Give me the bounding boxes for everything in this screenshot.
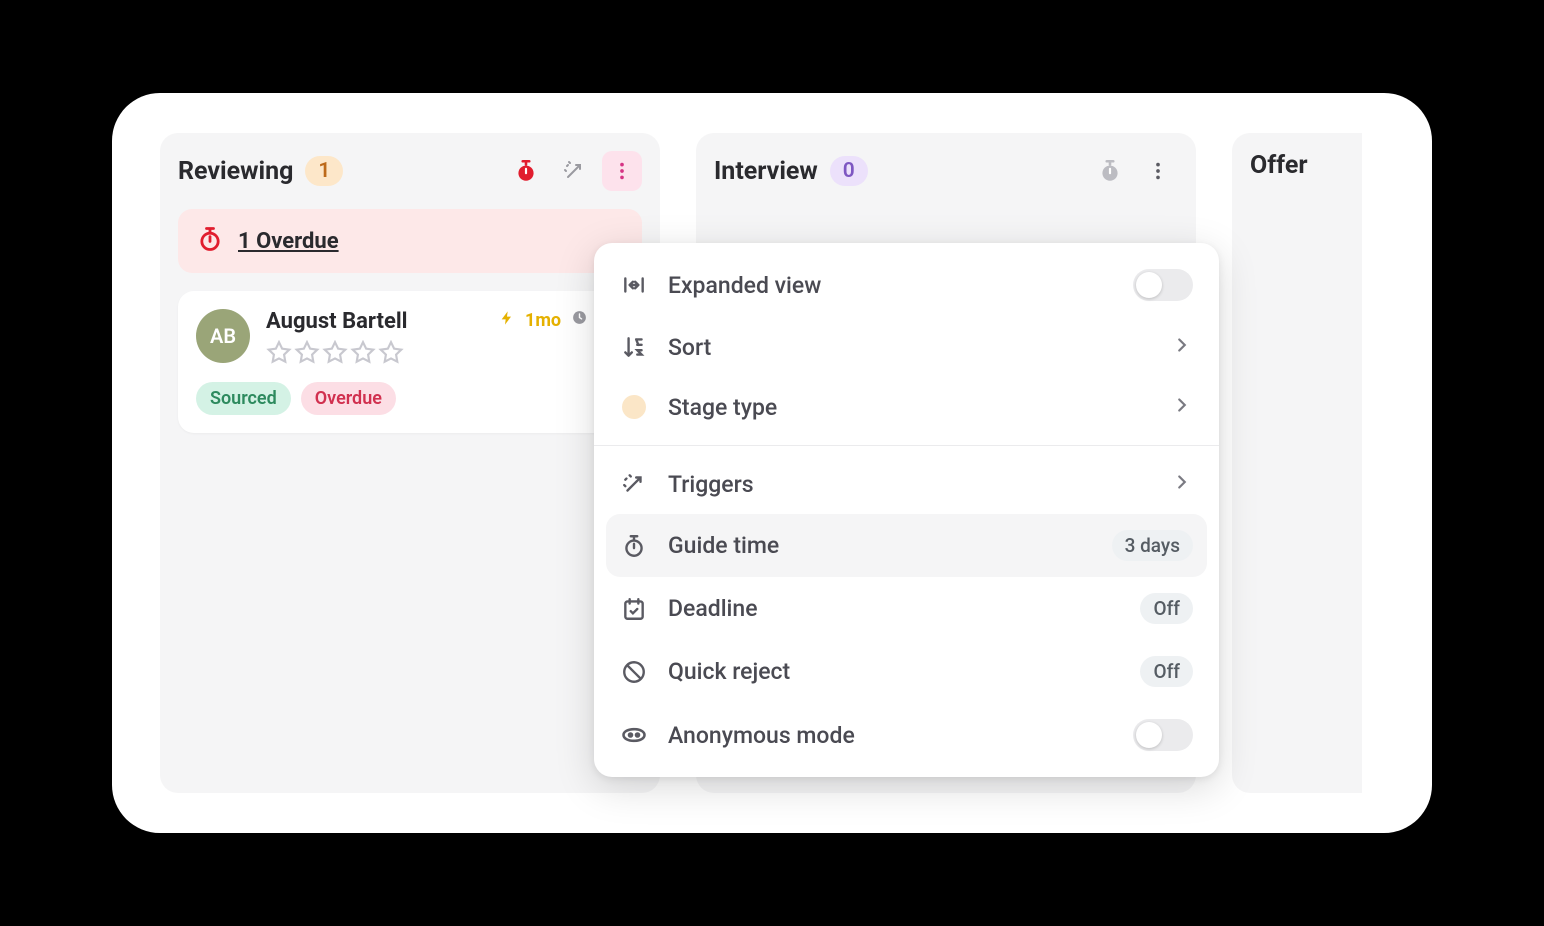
kanban-board: Reviewing 1 bbox=[112, 133, 1392, 793]
menu-label: Stage type bbox=[668, 394, 777, 421]
mask-icon bbox=[620, 721, 648, 749]
tag-sourced: Sourced bbox=[196, 382, 291, 415]
deadline-value: Off bbox=[1140, 593, 1193, 624]
chevron-right-icon bbox=[1171, 471, 1193, 497]
menu-quick-reject[interactable]: Quick reject Off bbox=[594, 640, 1219, 703]
column-title: Offer bbox=[1250, 151, 1308, 180]
quick-reject-value: Off bbox=[1140, 656, 1193, 687]
tag-overdue: Overdue bbox=[301, 382, 396, 415]
avatar: AB bbox=[196, 309, 250, 363]
ban-icon bbox=[620, 658, 648, 686]
menu-label: Deadline bbox=[668, 595, 758, 622]
stopwatch-icon[interactable] bbox=[506, 151, 546, 191]
stage-type-dot-icon bbox=[620, 393, 648, 421]
sort-icon bbox=[620, 333, 648, 361]
menu-label: Quick reject bbox=[668, 658, 790, 685]
more-menu-button[interactable] bbox=[1138, 151, 1178, 191]
menu-expanded-view[interactable]: Expanded view bbox=[594, 253, 1219, 317]
chevron-right-icon bbox=[1171, 394, 1193, 420]
expand-icon bbox=[620, 271, 648, 299]
calendar-check-icon bbox=[620, 595, 648, 623]
menu-label: Expanded view bbox=[668, 272, 821, 299]
menu-label: Guide time bbox=[668, 532, 779, 559]
menu-triggers[interactable]: Triggers bbox=[594, 454, 1219, 514]
candidate-name: August Bartell bbox=[266, 309, 407, 334]
column-actions bbox=[506, 151, 642, 191]
stopwatch-icon bbox=[196, 225, 224, 257]
menu-guide-time[interactable]: Guide time 3 days bbox=[606, 514, 1207, 577]
column-header: Reviewing 1 bbox=[178, 151, 642, 191]
column-actions bbox=[1090, 151, 1178, 191]
divider bbox=[594, 445, 1219, 446]
star-rating[interactable] bbox=[266, 340, 407, 366]
chevron-right-icon bbox=[1171, 334, 1193, 360]
time-since-source: 1mo bbox=[525, 310, 561, 331]
menu-stage-type[interactable]: Stage type bbox=[594, 377, 1219, 437]
magic-wand-icon[interactable] bbox=[554, 151, 594, 191]
tag-row: Sourced Overdue bbox=[196, 382, 624, 415]
bolt-icon bbox=[499, 310, 515, 331]
menu-sort[interactable]: Sort bbox=[594, 317, 1219, 377]
count-badge: 1 bbox=[305, 156, 343, 186]
column-reviewing: Reviewing 1 bbox=[160, 133, 660, 793]
toggle-switch[interactable] bbox=[1133, 719, 1193, 751]
count-badge: 0 bbox=[830, 156, 868, 186]
column-offer: Offer bbox=[1232, 133, 1362, 793]
menu-label: Triggers bbox=[668, 471, 754, 498]
more-menu-button[interactable] bbox=[602, 151, 642, 191]
toggle-switch[interactable] bbox=[1133, 269, 1193, 301]
card-header: AB August Bartell bbox=[196, 309, 624, 366]
app-canvas: Reviewing 1 bbox=[112, 93, 1432, 833]
column-options-menu: Expanded view Sort bbox=[594, 243, 1219, 777]
card-main: August Bartell bbox=[266, 309, 407, 366]
stopwatch-icon[interactable] bbox=[1090, 151, 1130, 191]
overdue-banner[interactable]: 1 Overdue bbox=[178, 209, 642, 273]
overdue-text: 1 Overdue bbox=[238, 229, 339, 254]
clock-icon bbox=[571, 309, 588, 331]
magic-wand-icon bbox=[620, 470, 648, 498]
candidate-card[interactable]: AB August Bartell bbox=[178, 291, 642, 433]
menu-label: Sort bbox=[668, 334, 711, 361]
column-header: Interview 0 bbox=[714, 151, 1178, 191]
column-title: Reviewing bbox=[178, 157, 293, 186]
menu-anonymous-mode[interactable]: Anonymous mode bbox=[594, 703, 1219, 767]
menu-deadline[interactable]: Deadline Off bbox=[594, 577, 1219, 640]
menu-label: Anonymous mode bbox=[668, 722, 855, 749]
guide-time-value: 3 days bbox=[1112, 530, 1193, 561]
stopwatch-icon bbox=[620, 532, 648, 560]
column-title: Interview bbox=[714, 157, 818, 186]
